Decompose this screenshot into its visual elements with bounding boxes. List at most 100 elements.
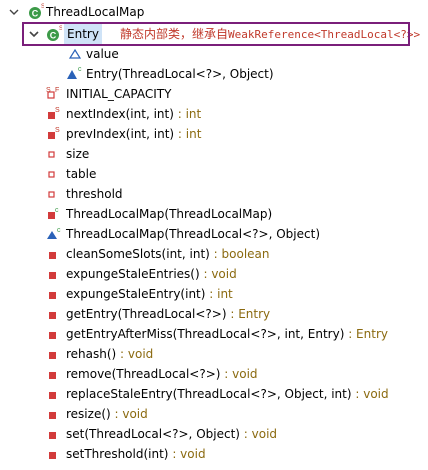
private-method-icon (46, 404, 64, 424)
tree-node-member[interactable]: rehash() : void (0, 344, 428, 364)
tree-node-member[interactable]: SprevIndex(int, int) : int (0, 124, 428, 144)
member-return-type: : boolean (209, 247, 270, 261)
private-method-icon (46, 324, 64, 344)
member-label: prevIndex(int, int) : int (66, 124, 201, 144)
member-label: table (66, 164, 96, 184)
member-label: nextIndex(int, int) : int (66, 104, 201, 124)
tree-node-member[interactable]: S F INITIAL_CAPACITY (0, 84, 428, 104)
static-final-field-icon: SF (46, 84, 64, 104)
tree-node-member[interactable]: SnextIndex(int, int) : int (0, 104, 428, 124)
tree-node-constructor-entry[interactable]: c Entry(ThreadLocal<?>, Object) (0, 64, 428, 84)
private-static-method-icon: S (46, 104, 64, 124)
member-name: expungeStaleEntry(int) (66, 287, 206, 301)
default-field-icon (68, 44, 82, 64)
private-method-icon (46, 364, 64, 384)
member-name: cleanSomeSlots(int, int) (66, 247, 210, 261)
tree-node-member[interactable]: resize() : void (0, 404, 428, 424)
tree-node-threadlocalmap[interactable]: C S ThreadLocalMap (0, 2, 428, 22)
member-name: remove(ThreadLocal<?>) (66, 367, 221, 381)
member-label: getEntryAfterMiss(ThreadLocal<?>, int, E… (66, 324, 388, 344)
member-name: nextIndex(int, int) (66, 107, 174, 121)
tree-node-member[interactable]: setThreshold(int) : void (0, 444, 428, 464)
tree-node-member[interactable]: set(ThreadLocal<?>, Object) : void (0, 424, 428, 444)
tree-node-member[interactable]: c ThreadLocalMap(ThreadLocal<?>, Object) (0, 224, 428, 244)
tree-node-label: Entry(ThreadLocal<?>, Object) (86, 67, 274, 81)
constructor-icon: c (66, 64, 82, 84)
member-label: threshold (66, 184, 123, 204)
tree-node-member[interactable]: threshold (0, 184, 428, 204)
private-method-icon (46, 244, 64, 264)
highlight-box (22, 22, 410, 46)
member-name: set(ThreadLocal<?>, Object) (66, 427, 240, 441)
member-return-type: : void (116, 347, 154, 361)
private-method-icon (46, 304, 64, 324)
member-name: INITIAL_CAPACITY (66, 87, 172, 101)
member-label: setThreshold(int) : void (66, 444, 206, 464)
member-name: ThreadLocalMap(ThreadLocalMap) (66, 207, 273, 221)
collapse-chevron-icon[interactable] (8, 2, 20, 22)
member-return-type: : int (173, 107, 202, 121)
member-label: remove(ThreadLocal<?>) : void (66, 364, 258, 384)
private-method-icon (46, 284, 64, 304)
svg-text:S: S (55, 107, 60, 114)
member-label: ThreadLocalMap(ThreadLocalMap) (66, 204, 272, 224)
private-method-icon (46, 384, 64, 404)
private-method-icon (46, 264, 64, 284)
member-name: setThreshold(int) (66, 447, 169, 461)
svg-text:S: S (41, 4, 44, 10)
member-name: table (66, 167, 97, 181)
tree-node-label: value (86, 47, 119, 61)
member-return-type: : void (351, 387, 389, 401)
tree-node-member[interactable]: size (0, 144, 428, 164)
tree-node-member[interactable]: expungeStaleEntries() : void (0, 264, 428, 284)
member-name: getEntryAfterMiss(ThreadLocal<?>, int, E… (66, 327, 345, 341)
svg-text:c: c (57, 227, 61, 234)
member-return-type: : int (205, 287, 233, 301)
private-field-icon (46, 144, 64, 164)
member-label: rehash() : void (66, 344, 153, 364)
member-return-type: : int (174, 127, 202, 141)
tree-node-member[interactable]: table (0, 164, 428, 184)
svg-text:c: c (55, 207, 59, 214)
tree-node-member[interactable]: expungeStaleEntry(int) : int (0, 284, 428, 304)
constructor-icon: c (46, 224, 64, 244)
tree-node-member[interactable]: c ThreadLocalMap(ThreadLocalMap) (0, 204, 428, 224)
private-constructor-icon: c (46, 204, 64, 224)
member-name: prevIndex(int, int) (66, 127, 175, 141)
member-label: resize() : void (66, 404, 148, 424)
member-return-type: : Entry (226, 307, 271, 321)
tree-node-member[interactable]: remove(ThreadLocal<?>) : void (0, 364, 428, 384)
member-name: getEntry(ThreadLocal<?>) (66, 307, 227, 321)
member-name: ThreadLocalMap(ThreadLocal<?>, Object) (66, 227, 320, 241)
tree-node-member[interactable]: cleanSomeSlots(int, int) : boolean (0, 244, 428, 264)
tree-node-member[interactable]: getEntry(ThreadLocal<?>) : Entry (0, 304, 428, 324)
member-label: set(ThreadLocal<?>, Object) : void (66, 424, 277, 444)
member-return-type: : void (199, 267, 237, 281)
member-name: rehash() (66, 347, 117, 361)
member-return-type: : Entry (344, 327, 388, 341)
member-label: INITIAL_CAPACITY (66, 84, 171, 104)
member-name: replaceStaleEntry(ThreadLocal<?>, Object… (66, 387, 352, 401)
member-name: expungeStaleEntries() (66, 267, 200, 281)
tree-node-member[interactable]: replaceStaleEntry(ThreadLocal<?>, Object… (0, 384, 428, 404)
member-label: expungeStaleEntries() : void (66, 264, 237, 284)
member-name: size (66, 147, 90, 161)
member-label: size (66, 144, 89, 164)
tree-node-member[interactable]: getEntryAfterMiss(ThreadLocal<?>, int, E… (0, 324, 428, 344)
private-field-icon (46, 184, 64, 204)
private-method-icon (46, 444, 64, 464)
member-name: resize() (66, 407, 111, 421)
private-static-method-icon: S (46, 124, 64, 144)
tree-node-field-value[interactable]: value (0, 44, 428, 64)
member-return-type: : void (239, 427, 278, 441)
private-method-icon (46, 424, 64, 444)
member-label: ThreadLocalMap(ThreadLocal<?>, Object) (66, 224, 320, 244)
member-label: getEntry(ThreadLocal<?>) : Entry (66, 304, 270, 324)
member-return-type: : void (220, 367, 258, 381)
member-label: replaceStaleEntry(ThreadLocal<?>, Object… (66, 384, 389, 404)
member-label: cleanSomeSlots(int, int) : boolean (66, 244, 270, 264)
member-name: threshold (66, 187, 123, 201)
private-method-icon (46, 344, 64, 364)
svg-text:S: S (46, 87, 51, 94)
svg-text:c: c (78, 66, 82, 73)
